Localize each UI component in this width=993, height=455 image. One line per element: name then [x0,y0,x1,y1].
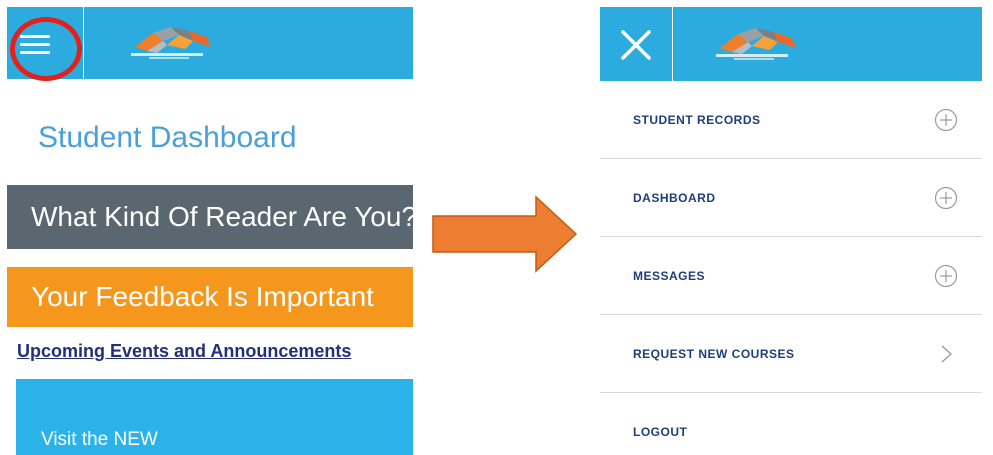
expanded-menu-panel: STUDENT RECORDS DASHBOARD MESSAGES REQUE… [600,7,982,455]
chevron-right-icon [941,344,953,363]
plus-circle-icon[interactable] [934,264,958,288]
menu-item-dashboard[interactable]: DASHBOARD [600,159,982,237]
transition-arrow-icon [432,195,578,273]
menu-item-label: DASHBOARD [633,190,716,205]
header-divider [672,7,673,81]
reader-quiz-banner[interactable]: What Kind Of Reader Are You? [7,185,413,249]
promo-text: Visit the NEW [41,429,158,450]
collapsed-view-panel: Student Dashboard What Kind Of Reader Ar… [7,7,413,455]
school-logo[interactable] [708,23,804,65]
plus-circle-icon[interactable] [934,186,958,210]
header-bar [600,7,982,81]
menu-item-logout[interactable]: LOGOUT [600,393,982,455]
highlight-circle [10,17,82,81]
menu-item-messages[interactable]: MESSAGES [600,237,982,315]
close-icon [621,30,651,60]
menu-item-label: LOGOUT [633,424,688,439]
menu-item-label: STUDENT RECORDS [633,112,761,127]
menu-item-label: REQUEST NEW COURSES [633,346,795,361]
school-logo[interactable] [123,23,219,63]
promo-card[interactable]: Visit the NEW [16,379,413,455]
close-menu-button[interactable] [600,7,672,81]
nav-menu: STUDENT RECORDS DASHBOARD MESSAGES REQUE… [600,81,982,455]
events-announcements-link[interactable]: Upcoming Events and Announcements [17,341,351,362]
menu-item-student-records[interactable]: STUDENT RECORDS [600,81,982,159]
header-divider [83,7,84,79]
feedback-banner[interactable]: Your Feedback Is Important [7,267,413,327]
menu-item-label: MESSAGES [633,268,706,283]
page-title: Student Dashboard [38,121,297,154]
menu-item-request-new-courses[interactable]: REQUEST NEW COURSES [600,315,982,393]
plus-circle-icon[interactable] [934,108,958,132]
